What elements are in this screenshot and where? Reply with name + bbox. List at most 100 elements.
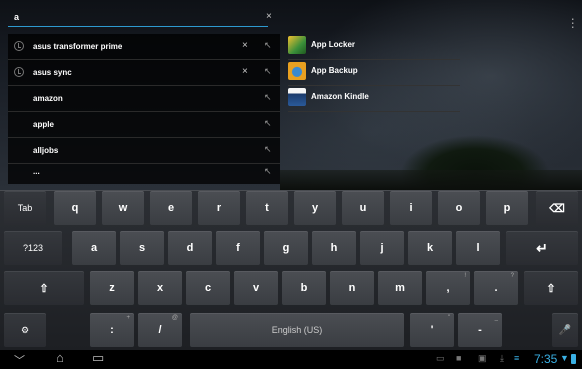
key-r[interactable]: r [198,191,240,225]
app-result-item[interactable]: Amazon Kindle [288,86,460,112]
suggestion-text: apple [33,120,54,129]
key-slash-label: / [158,324,162,336]
clock: 7:35 [534,352,558,366]
clear-search-icon[interactable]: × [266,11,272,22]
key-o[interactable]: o [438,191,480,225]
key-s[interactable]: s [120,231,164,265]
key-colon-hint: + [126,315,130,321]
insert-suggestion-icon[interactable]: ↖ [264,40,272,51]
search-bar: a × [8,10,280,28]
app-backup-icon [288,62,306,80]
key-tab[interactable]: Tab [4,191,46,225]
keyboard-status-icon: ▭ [436,353,445,363]
battery-icon [571,354,576,364]
key-l[interactable]: l [456,231,500,265]
key-g[interactable]: g [264,231,308,265]
key-comma-hint: ! [464,273,466,279]
settings-key[interactable]: ⚙ [4,313,46,347]
kindle-icon [288,88,306,106]
app-result-item[interactable]: App Backup [288,60,460,86]
suggestion-item[interactable]: amazon ↖ [8,86,280,112]
enter-key[interactable]: ↵ [506,231,578,265]
key-dash[interactable]: - _ [458,313,502,347]
suggestion-item[interactable]: alljobs ↖ [8,138,280,164]
history-icon [14,41,24,51]
shift-key-right[interactable]: ⇧ [524,271,578,305]
app-label: App Locker [311,40,356,49]
key-u[interactable]: u [342,191,384,225]
overflow-menu-icon[interactable]: ⋅ ⋅ ⋅ [571,15,575,34]
history-icon [14,67,24,77]
suggestion-text: amazon [33,94,63,103]
key-q[interactable]: q [54,191,96,225]
key-c[interactable]: c [186,271,230,305]
key-period-label: . [494,282,498,294]
home-icon[interactable]: ⌂ [56,350,64,365]
app-label: Amazon Kindle [311,92,369,101]
app-label: App Backup [311,66,358,75]
key-m[interactable]: m [378,271,422,305]
download-icon: ⤓ [500,353,504,363]
wallpaper-ground [280,170,582,190]
key-z[interactable]: z [90,271,134,305]
insert-suggestion-icon[interactable]: ↖ [264,166,272,177]
usb-icon: ≡ [514,353,520,363]
key-i[interactable]: i [390,191,432,225]
suggestion-item[interactable]: apple ↖ [8,112,280,138]
key-colon[interactable]: : + [90,313,134,347]
key-b[interactable]: b [282,271,326,305]
key-symbols[interactable]: ?123 [4,231,62,265]
space-bar[interactable]: English (US) [190,313,404,347]
key-j[interactable]: j [360,231,404,265]
suggestion-text: ... [33,167,40,176]
key-dash-label: - [478,324,482,336]
soft-keyboard: Tab q w e r t y u i o p ⌫ ?123 a s d f g… [0,190,582,350]
lock-icon: ■ [456,353,462,363]
insert-suggestion-icon[interactable]: ↖ [264,92,272,103]
key-apostrophe-hint: " [447,315,450,321]
key-v[interactable]: v [234,271,278,305]
microphone-key[interactable]: 🎤 [552,313,578,347]
key-a[interactable]: a [72,231,116,265]
suggestion-item[interactable]: ... ↖ [8,164,280,184]
suggestion-text: asus sync [33,68,72,77]
search-input[interactable]: a [8,10,268,27]
key-x[interactable]: x [138,271,182,305]
shift-key-left[interactable]: ⇧ [4,271,84,305]
app-result-item[interactable]: App Locker [288,34,460,60]
suggestion-text: alljobs [33,146,59,155]
insert-suggestion-icon[interactable]: ↖ [264,144,272,155]
remove-suggestion-icon[interactable]: × [242,66,248,77]
recent-apps-icon[interactable]: ▭ [92,350,104,366]
key-d[interactable]: d [168,231,212,265]
key-slash-hint: @ [171,315,178,321]
key-apostrophe[interactable]: ' " [410,313,454,347]
insert-suggestion-icon[interactable]: ↖ [264,66,272,77]
image-icon: ▣ [478,353,487,363]
backspace-key[interactable]: ⌫ [536,191,578,225]
key-comma[interactable]: , ! [426,271,470,305]
key-colon-label: : [110,324,114,336]
back-icon[interactable]: ﹀ [14,352,25,368]
suggestion-text: asus transformer prime [33,42,123,51]
key-k[interactable]: k [408,231,452,265]
key-h[interactable]: h [312,231,356,265]
key-t[interactable]: t [246,191,288,225]
key-period-hint: ? [510,273,514,279]
insert-suggestion-icon[interactable]: ↖ [264,118,272,129]
remove-suggestion-icon[interactable]: × [242,40,248,51]
key-f[interactable]: f [216,231,260,265]
key-e[interactable]: e [150,191,192,225]
suggestion-item[interactable]: asus transformer prime × ↖ [8,34,280,60]
key-y[interactable]: y [294,191,336,225]
key-p[interactable]: p [486,191,528,225]
key-period[interactable]: . ? [474,271,518,305]
system-navbar: ﹀ ⌂ ▭ ▭ ■ ▣ ⤓ ≡ 7:35 ▼ [0,350,582,369]
suggestion-item[interactable]: asus sync × ↖ [8,60,280,86]
key-slash[interactable]: / @ [138,313,182,347]
key-w[interactable]: w [102,191,144,225]
key-dash-hint: _ [494,315,498,321]
key-n[interactable]: n [330,271,374,305]
suggestions-list: asus transformer prime × ↖ asus sync × ↖… [8,34,280,184]
wifi-icon: ▼ [560,353,569,363]
